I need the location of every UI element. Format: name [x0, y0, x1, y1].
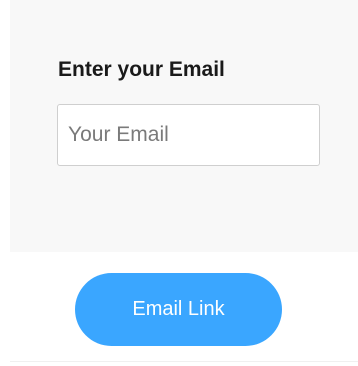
email-link-button[interactable]: Email Link: [75, 273, 282, 346]
email-input[interactable]: [57, 104, 320, 166]
email-field-label: Enter your Email: [58, 58, 225, 81]
left-margin: [0, 0, 10, 366]
divider: [10, 361, 358, 362]
email-link-page: Enter your Email Email Link: [0, 0, 358, 366]
